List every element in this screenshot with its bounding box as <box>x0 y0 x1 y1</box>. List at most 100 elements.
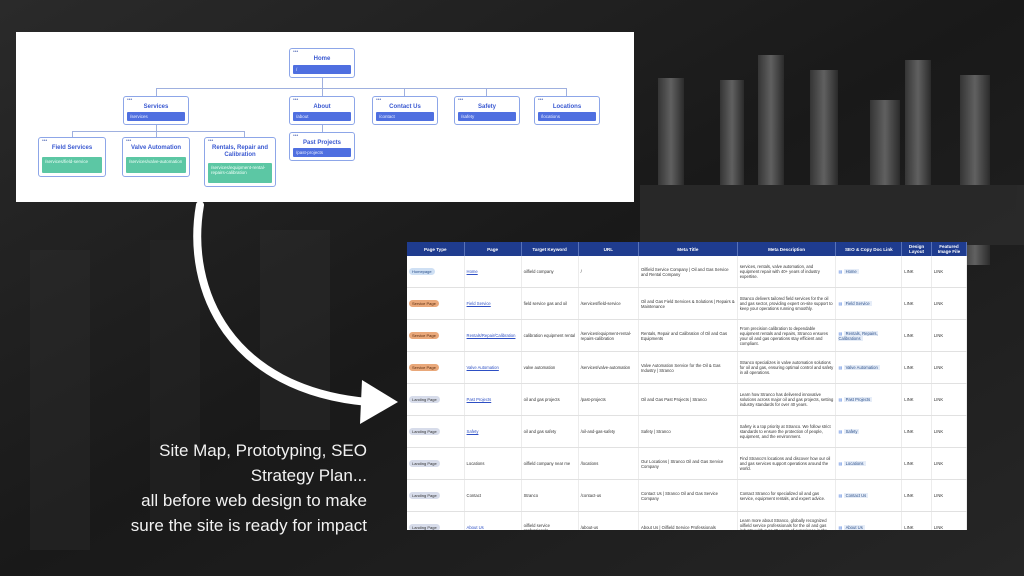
cell-design-layout-link[interactable]: LINK <box>901 287 932 320</box>
page-type-badge[interactable]: Landing Page <box>409 460 440 467</box>
cell-doc-link: ▤ Past Projects <box>835 383 903 416</box>
doc-icon: ▤ <box>838 365 844 370</box>
cell-meta-title: Rentals, Repair and Calibration of Oil a… <box>638 319 738 352</box>
page-type-badge[interactable]: Service Page <box>409 364 439 371</box>
table-row: Landing Page Contact Stranco/contact-us Con… <box>407 479 967 512</box>
cell-featured-image-link[interactable]: LINK <box>931 479 967 512</box>
more-icon: ••• <box>208 138 214 144</box>
cell-doc-link: ▤ Valve Automation <box>835 351 903 384</box>
page-link[interactable]: Home <box>467 269 478 274</box>
table-row: Landing Page Safety oil and gas safety/oil… <box>407 415 967 448</box>
sitemap-node-rentals-repair-calibration[interactable]: ••• Rentals, Repair and Calibration /ser… <box>204 137 276 187</box>
cell-meta-title: About Us | Oilfield Service Professional… <box>638 511 738 530</box>
page-type-badge[interactable]: Homepage <box>409 268 435 275</box>
sitemap-node-services[interactable]: ••• Services /services <box>123 96 189 125</box>
caption-text: Site Map, Prototyping, SEO Strategy Plan… <box>67 438 367 538</box>
cell-target-keyword: valve automation <box>521 351 579 384</box>
cell-design-layout-link[interactable]: LINK <box>901 511 932 530</box>
caption-line: sure the site is ready for impact <box>130 516 367 535</box>
doc-link-chip[interactable]: Locations <box>843 461 866 466</box>
cell-featured-image-link[interactable]: LINK <box>931 351 967 384</box>
cell-target-keyword: oilfield company near me <box>521 447 579 480</box>
cell-page: About Us <box>464 511 522 530</box>
cell-page-type: Homepage <box>407 256 465 288</box>
doc-link-chip[interactable]: Field Service <box>843 301 872 306</box>
cell-url: /services/valve-automation <box>578 351 639 384</box>
cell-featured-image-link[interactable]: LINK <box>931 447 967 480</box>
cell-url: /contact-us <box>578 479 639 512</box>
page-link[interactable]: Past Projects <box>467 397 492 402</box>
caption-line: Site Map, Prototyping, SEO <box>159 441 367 460</box>
cell-url: /services/field-service <box>578 287 639 320</box>
doc-icon: ▤ <box>838 397 844 402</box>
sitemap-node-about[interactable]: ••• About /about <box>289 96 355 125</box>
cell-featured-image-link[interactable]: LINK <box>931 511 967 530</box>
doc-link-chip[interactable]: Safety <box>843 429 860 434</box>
doc-link-chip[interactable]: Past Projects <box>843 397 873 402</box>
cell-design-layout-link[interactable]: LINK <box>901 479 932 512</box>
doc-icon: ▤ <box>838 301 844 306</box>
sitemap-node-contact[interactable]: ••• Contact Us /contact <box>372 96 438 125</box>
doc-link-chip[interactable]: Valve Automation <box>843 365 880 370</box>
cell-page-type: Service Page <box>407 319 465 352</box>
page-type-badge[interactable]: Landing Page <box>409 428 440 435</box>
page-link[interactable]: Valve Automation <box>467 365 499 370</box>
page-link[interactable]: Safety <box>467 429 479 434</box>
more-icon: ••• <box>458 97 464 103</box>
sitemap-node-past-projects[interactable]: ••• Past Projects /past-projects <box>289 132 355 161</box>
cell-doc-link: ▤ Safety <box>835 415 903 448</box>
sitemap-node-locations[interactable]: ••• Locations /locations <box>534 96 600 125</box>
cell-design-layout-link[interactable]: LINK <box>901 319 932 352</box>
cell-doc-link: ▤ Home <box>835 256 903 288</box>
cell-meta-title: Valve Automation Service for the Oil & G… <box>638 351 738 384</box>
sitemap-node-home[interactable]: ••• Home / <box>289 48 355 78</box>
sitemap-node-safety[interactable]: ••• Safety /safety <box>454 96 520 125</box>
cell-target-keyword: oil and gas safety <box>521 415 579 448</box>
page-link[interactable]: Field Service <box>467 301 491 306</box>
cell-page: Locations <box>464 447 522 480</box>
cell-design-layout-link[interactable]: LINK <box>901 383 932 416</box>
sitemap-node-valve-automation[interactable]: ••• Valve Automation /services/valve-aut… <box>122 137 190 177</box>
cell-featured-image-link[interactable]: LINK <box>931 256 967 288</box>
doc-link-chip[interactable]: About Us <box>843 525 865 530</box>
column-header: URL <box>578 242 639 256</box>
doc-icon: ▤ <box>838 429 844 434</box>
cell-design-layout-link[interactable]: LINK <box>901 415 932 448</box>
page-type-badge[interactable]: Service Page <box>409 332 439 339</box>
cell-featured-image-link[interactable]: LINK <box>931 287 967 320</box>
page-link[interactable]: Rentals/Repair/Calibration <box>467 333 516 338</box>
cell-meta-description: From precision calibration to dependable… <box>737 319 837 352</box>
cell-featured-image-link[interactable]: LINK <box>931 383 967 416</box>
cell-meta-description: Stranco specializes in valve automation … <box>737 351 837 384</box>
cell-target-keyword: Stranco <box>521 479 579 512</box>
page-type-badge[interactable]: Service Page <box>409 300 439 307</box>
page-type-badge[interactable]: Landing Page <box>409 492 440 499</box>
table-row: Homepage Home oilfield company / Oilfield Se… <box>407 256 967 288</box>
cell-featured-image-link[interactable]: LINK <box>931 415 967 448</box>
doc-link-chip[interactable]: Rentals, Repairs, Calibrations <box>838 330 878 341</box>
doc-link-chip[interactable]: Contact Us <box>843 493 869 498</box>
cell-featured-image-link[interactable]: LINK <box>931 319 967 352</box>
cell-target-keyword: field service gas and oil <box>521 287 579 320</box>
table-row: Landing Page Past Projects oil and gas pro… <box>407 383 967 416</box>
cell-page-type: Landing Page <box>407 511 465 530</box>
cell-doc-link: ▤ Rentals, Repairs, Calibrations <box>835 319 903 352</box>
table-row: Landing Page Locations oilfield company ne… <box>407 447 967 480</box>
cell-design-layout-link[interactable]: LINK <box>901 256 932 288</box>
cell-design-layout-link[interactable]: LINK <box>901 447 932 480</box>
more-icon: ••• <box>127 97 133 103</box>
page-link[interactable]: About Us <box>467 525 484 530</box>
cell-url: /oil-and-gas-safety <box>578 415 639 448</box>
page-type-badge[interactable]: Landing Page <box>409 396 440 403</box>
cell-url: /about-us <box>578 511 639 530</box>
sitemap-node-field-services[interactable]: ••• Field Services /services/field-servi… <box>38 137 106 177</box>
cell-page: Past Projects <box>464 383 522 416</box>
cell-page-type: Landing Page <box>407 415 465 448</box>
cell-meta-title: Oil and Gas Past Projects | Stranco <box>638 383 738 416</box>
cell-design-layout-link[interactable]: LINK <box>901 351 932 384</box>
caption-line: Strategy Plan... <box>250 466 367 485</box>
cell-page-type: Service Page <box>407 287 465 320</box>
cell-page-type: Service Page <box>407 351 465 384</box>
page-type-badge[interactable]: Landing Page <box>409 524 440 530</box>
doc-link-chip[interactable]: Home <box>843 269 859 274</box>
